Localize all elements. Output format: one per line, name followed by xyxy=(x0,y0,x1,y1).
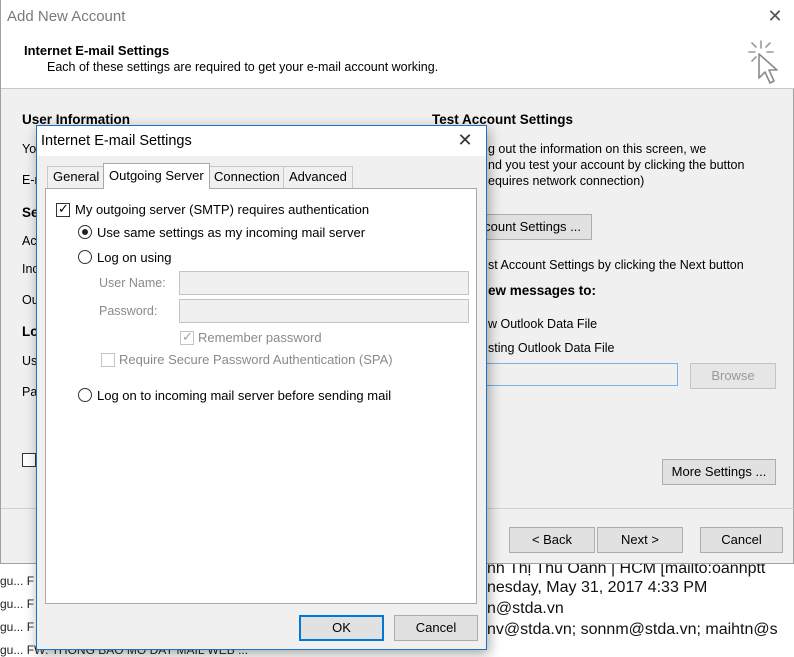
spa-checkbox[interactable] xyxy=(101,353,115,367)
log-on-incoming-first-radio[interactable] xyxy=(78,388,92,402)
existing-data-file-radio[interactable]: sting Outlook Data File xyxy=(488,341,614,355)
more-settings-button[interactable]: More Settings ... xyxy=(662,459,776,485)
mail-list-item[interactable]: gu... F xyxy=(0,620,34,634)
back-button[interactable]: < Back xyxy=(509,527,595,553)
dialog-cancel-button[interactable]: Cancel xyxy=(394,615,478,641)
next-button[interactable]: Next > xyxy=(597,527,683,553)
dialog-titlebar: Internet E-mail Settings ✕ xyxy=(37,126,486,156)
password-input[interactable] xyxy=(179,299,469,323)
checkmark-icon: ✓ xyxy=(182,329,193,344)
test-account-settings-button[interactable]: count Settings ... xyxy=(471,214,592,240)
test-desc-line: equires network connection) xyxy=(488,174,645,188)
mail-list-item[interactable]: gu... F xyxy=(0,597,34,611)
tab-connection[interactable]: Connection xyxy=(208,166,286,188)
outgoing-server-panel: ✓ My outgoing server (SMTP) requires aut… xyxy=(45,188,477,604)
ok-button[interactable]: OK xyxy=(299,615,384,641)
remember-password-checkbox[interactable] xyxy=(22,453,36,467)
tab-advanced[interactable]: Advanced xyxy=(283,166,353,188)
mail-to-line: nv@stda.vn; sonnm@stda.vn; maihtn@s xyxy=(487,621,778,638)
tab-general[interactable]: General xyxy=(47,166,106,188)
password-label: Pa xyxy=(22,385,38,399)
deliver-messages-title: ew messages to: xyxy=(488,283,597,298)
header-subtitle: Each of these settings are required to g… xyxy=(47,60,439,74)
smtp-auth-label: My outgoing server (SMTP) requires authe… xyxy=(75,202,370,217)
wizard-titlebar: Add New Account ✕ xyxy=(1,0,794,34)
log-on-using-label: Log on using xyxy=(97,250,172,265)
mail-list-item[interactable]: gu... F xyxy=(0,574,34,588)
auto-test-label: st Account Settings by clicking the Next… xyxy=(488,258,744,272)
close-icon[interactable]: ✕ xyxy=(765,6,785,27)
use-same-settings-radio[interactable] xyxy=(78,225,92,239)
mail-date-line: nesday, May 31, 2017 4:33 PM xyxy=(487,579,708,596)
use-same-settings-label: Use same settings as my incoming mail se… xyxy=(97,225,366,240)
account-type-label: Ac xyxy=(22,234,37,248)
user-name-label: User Name: xyxy=(99,276,166,290)
close-icon[interactable]: ✕ xyxy=(455,130,475,151)
dialog-title: Internet E-mail Settings xyxy=(41,133,192,149)
remember-password-label: Remember password xyxy=(198,330,322,345)
spa-label: Require Secure Password Authentication (… xyxy=(119,352,393,367)
test-desc-line: g out the information on this screen, we xyxy=(488,142,707,156)
password-label: Password: xyxy=(99,304,158,318)
header-title: Internet E-mail Settings xyxy=(24,43,170,58)
your-name-label: Yo xyxy=(22,142,37,156)
checkmark-icon: ✓ xyxy=(58,201,69,216)
wizard-title: Add New Account xyxy=(7,8,126,25)
remember-password-checkbox[interactable]: ✓ xyxy=(180,329,194,345)
internet-email-settings-dialog: Internet E-mail Settings ✕ General Outgo… xyxy=(36,125,487,650)
smtp-auth-checkbox[interactable]: ✓ xyxy=(56,201,70,217)
cancel-button[interactable]: Cancel xyxy=(700,527,783,553)
user-name-input[interactable] xyxy=(179,271,469,295)
browse-button[interactable]: Browse xyxy=(690,363,776,389)
cursor-sparkle-icon xyxy=(748,40,778,84)
mail-from-line: n@stda.vn xyxy=(487,600,564,617)
log-on-incoming-first-label: Log on to incoming mail server before se… xyxy=(97,388,392,403)
wizard-header: Internet E-mail Settings Each of these s… xyxy=(1,34,794,89)
username-label: Us xyxy=(22,354,38,368)
new-data-file-radio[interactable]: w Outlook Data File xyxy=(488,317,597,331)
test-desc-line: nd you test your account by clicking the… xyxy=(488,158,745,172)
data-file-path-input[interactable] xyxy=(471,363,678,386)
log-on-using-radio[interactable] xyxy=(78,250,92,264)
tab-outgoing-server[interactable]: Outgoing Server xyxy=(103,163,210,189)
